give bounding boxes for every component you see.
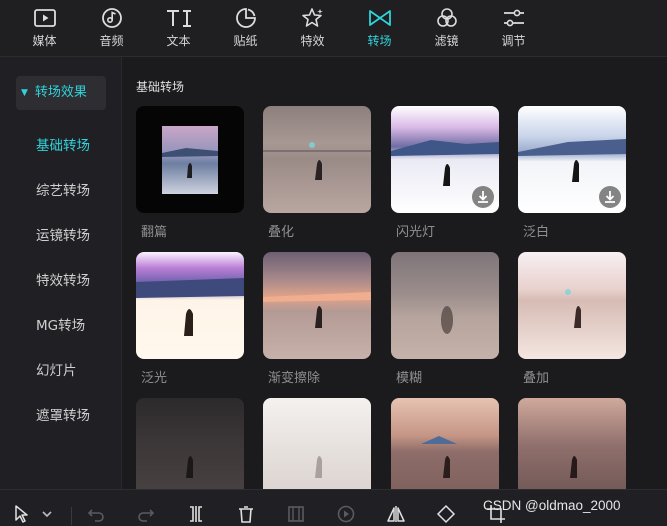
thumbnail — [263, 398, 371, 489]
caret-down-icon: ▼ — [21, 88, 28, 98]
delete-icon[interactable] — [236, 504, 256, 524]
transition-card-flip-page[interactable]: 翻篇 — [136, 106, 244, 240]
tab-audio[interactable]: 音频 — [78, 0, 145, 56]
dropdown-chevron-icon[interactable] — [40, 507, 54, 521]
thumbnail — [518, 398, 626, 489]
download-icon — [478, 191, 488, 203]
sidebar-item-camera[interactable]: 运镜转场 — [36, 224, 90, 244]
section-title: 基础转场 — [136, 80, 185, 94]
transition-card[interactable] — [391, 398, 499, 489]
transition-card-dissolve[interactable]: 叠化 — [263, 106, 371, 240]
download-button[interactable] — [599, 186, 621, 208]
card-label: 叠加 — [523, 371, 550, 386]
tab-label: 特效 — [300, 34, 325, 48]
tab-label: 文本 — [166, 34, 191, 48]
bottom-toolbar: CSDN @oldmao_2000 — [0, 489, 667, 526]
audio-icon — [101, 8, 122, 28]
redo-icon[interactable] — [136, 504, 156, 524]
sidebar-item-mask[interactable]: 遮罩转场 — [36, 404, 90, 424]
top-tab-bar: 媒体 音频 文本 贴纸 特效 转场 滤镜 调节 — [0, 0, 667, 57]
split-icon[interactable] — [186, 504, 206, 524]
thumbnail — [391, 106, 499, 213]
sticker-icon — [235, 8, 256, 28]
undo-icon[interactable] — [86, 504, 106, 524]
thumbnail — [263, 106, 371, 213]
tab-label: 音频 — [99, 34, 124, 48]
tab-transition[interactable]: 转场 — [346, 0, 413, 56]
transition-card[interactable] — [518, 398, 626, 489]
rotate-icon[interactable] — [436, 504, 456, 524]
tab-effects[interactable]: 特效 — [279, 0, 346, 56]
transition-grid-panel: 基础转场 翻篇 叠化 闪光灯 泛白 泛光 渐变擦除 模糊 叠加 — [122, 57, 667, 489]
tab-label: 媒体 — [32, 34, 57, 48]
sidebar-item-special[interactable]: 特效转场 — [36, 269, 90, 289]
select-cursor-icon[interactable] — [12, 504, 32, 524]
transition-card-overlay[interactable]: 叠加 — [518, 252, 626, 386]
transition-icon — [368, 10, 391, 26]
sidebar-item-slideshow[interactable]: 幻灯片 — [36, 359, 77, 379]
download-button[interactable] — [472, 186, 494, 208]
card-label: 叠化 — [268, 225, 295, 240]
thumbnail — [136, 252, 244, 359]
tab-sticker[interactable]: 贴纸 — [212, 0, 279, 56]
thumbnail — [136, 106, 244, 213]
effects-icon — [301, 8, 323, 27]
transition-card-glow[interactable]: 泛光 — [136, 252, 244, 386]
tab-label: 转场 — [367, 34, 392, 48]
adjust-icon — [503, 9, 524, 27]
tab-label: 滤镜 — [434, 34, 459, 48]
transition-card-flash[interactable]: 闪光灯 — [391, 106, 499, 240]
download-icon — [605, 191, 615, 203]
freeze-frame-icon[interactable] — [286, 504, 306, 524]
sidebar-header-label: 转场效果 — [34, 85, 87, 100]
sidebar-item-basic[interactable]: 基础转场 — [36, 134, 90, 154]
card-label: 渐变擦除 — [268, 371, 321, 386]
thumbnail — [391, 252, 499, 359]
card-label: 翻篇 — [141, 225, 168, 240]
filter-icon — [436, 8, 457, 27]
tab-label: 贴纸 — [233, 34, 258, 48]
transition-card-gradient-wipe[interactable]: 渐变擦除 — [263, 252, 371, 386]
tab-adjust[interactable]: 调节 — [480, 0, 547, 56]
tab-media[interactable]: 媒体 — [11, 0, 78, 56]
sidebar-item-mg[interactable]: MG转场 — [36, 314, 85, 334]
reverse-play-icon[interactable] — [336, 504, 356, 524]
card-label: 泛白 — [523, 225, 550, 240]
transition-card-blur[interactable]: 模糊 — [391, 252, 499, 386]
category-sidebar: ▼ 转场效果 基础转场 综艺转场 运镜转场 特效转场 MG转场 幻灯片 遮罩转场 — [0, 57, 122, 489]
tab-label: 调节 — [501, 34, 526, 48]
watermark-text: CSDN @oldmao_2000 — [483, 498, 621, 513]
tab-filter[interactable]: 滤镜 — [413, 0, 480, 56]
thumbnail — [518, 252, 626, 359]
card-label: 泛光 — [141, 371, 168, 386]
thumbnail — [391, 398, 499, 489]
thumbnail — [518, 106, 626, 213]
transition-card-whiteout[interactable]: 泛白 — [518, 106, 626, 240]
card-label: 闪光灯 — [396, 225, 436, 240]
thumbnail — [263, 252, 371, 359]
transition-card[interactable] — [136, 398, 244, 489]
media-icon — [33, 9, 56, 27]
text-icon — [166, 10, 191, 27]
sidebar-item-variety[interactable]: 综艺转场 — [36, 179, 90, 199]
sidebar-header-transition-effects[interactable]: ▼ 转场效果 — [16, 76, 106, 110]
mirror-icon[interactable] — [386, 504, 406, 524]
card-label: 模糊 — [396, 371, 423, 386]
transition-card[interactable] — [263, 398, 371, 489]
tab-text[interactable]: 文本 — [145, 0, 212, 56]
thumbnail — [136, 398, 244, 489]
toolbar-divider — [71, 507, 72, 525]
